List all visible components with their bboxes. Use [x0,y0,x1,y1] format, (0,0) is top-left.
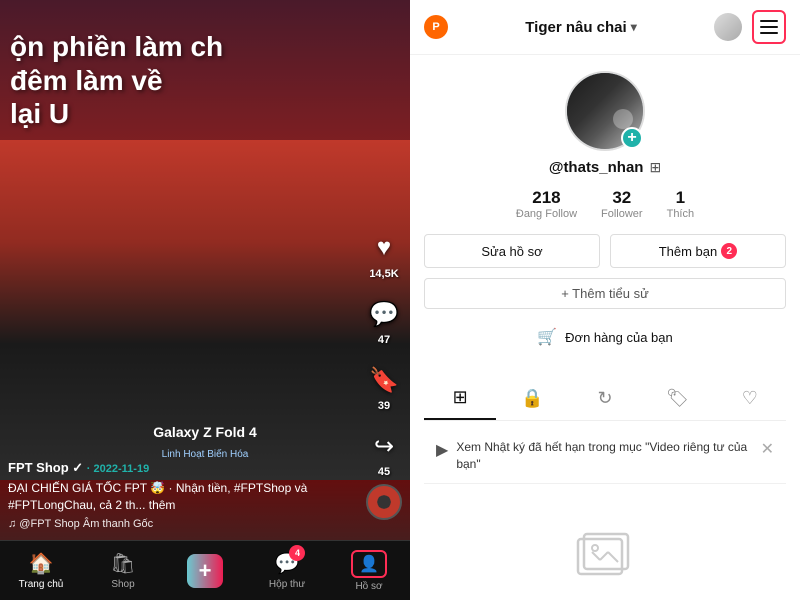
stats-row: 218 Đang Follow 32 Follower 1 Thích [516,188,694,220]
p-badge: P [424,15,448,39]
video-overlay-text: ộn phiền làm ch đêm làm về lại U [10,30,223,131]
inbox-badge: 4 [289,545,305,561]
orders-row[interactable]: 🛒 Đơn hàng của bạn [537,319,672,355]
following-label: Đang Follow [516,208,577,220]
memory-section: Chia sẻ ảnh hoài niệm Tải lên [424,484,786,600]
add-friend-button[interactable]: Thêm bạn 2 [610,234,786,268]
avatar-wrapper: + [565,71,645,151]
video-author: FPT Shop ✓ · 2022-11-19 [8,460,355,476]
like-action[interactable]: ♥ 14,5K [366,230,402,280]
comment-icon: 💬 [366,296,402,332]
followers-count: 32 [612,188,631,208]
menu-line-2 [760,26,778,28]
notification-banner: ▶ Xem Nhật ký đã hết hạn trong mục "Vide… [424,429,786,484]
galaxy-product-name: Galaxy Z Fold 4 [153,424,256,440]
tag-icon: 🏷 [666,388,689,409]
header-right-actions [714,10,786,44]
video-background: ộn phiền làm ch đêm làm về lại U #1LAPTO… [0,0,410,600]
tab-liked[interactable]: ♡ [714,377,786,420]
header-username[interactable]: Tiger nâu chai ▾ [525,19,636,36]
nav-inbox-label: Hộp thư [269,579,305,590]
avatar-section: + @thats_nhan ⊞ 218 Đang Follow 32 Follo… [424,71,786,365]
grid-icon: ⊞ [453,387,468,408]
nav-shop[interactable]: 🛍 Shop [82,551,164,590]
following-stat[interactable]: 218 Đang Follow [516,188,577,220]
shop-icon: 🛍 [110,551,135,576]
likes-label: Thích [667,208,695,220]
profile-username: @thats_nhan [549,159,644,176]
home-icon: 🏠 [29,551,54,576]
video-actions: ♥ 14,5K 💬 47 🔖 39 ↪ 45 [366,230,402,478]
video-music: ♫ @FPT Shop Âm thanh Gốc [8,518,355,530]
likes-stat[interactable]: 1 Thích [667,188,695,220]
menu-line-3 [760,32,778,34]
profile-action-buttons: Sửa hồ sơ Thêm bạn 2 [424,234,786,268]
create-icon: + [187,554,224,588]
nav-inbox[interactable]: 💬 4 Hộp thư [246,551,328,590]
bottom-navigation: 🏠 Trang chủ 🛍 Shop + 💬 4 Hộp thư 👤 Hồ sơ [0,540,410,600]
nav-home-label: Trang chủ [19,579,64,590]
nav-profile-label: Hồ sơ [355,581,382,592]
verified-badge: · 2022-11-19 [87,463,149,475]
share-icon: ↪ [366,428,402,464]
nav-home[interactable]: 🏠 Trang chủ [0,551,82,590]
comment-action[interactable]: 💬 47 [366,296,402,346]
add-bio-button[interactable]: + Thêm tiểu sử [424,278,786,309]
header-avatar [714,13,742,41]
video-description: ĐẠI CHIẾN GIÁ TỐC FPT 🤯 · Nhận tiền, #FP… [8,480,355,514]
likes-count: 1 [676,188,685,208]
username-row: @thats_nhan ⊞ [549,159,661,176]
memory-image-icon [570,524,640,594]
comment-count: 47 [378,334,390,346]
heart-outline-icon: ♡ [742,388,758,409]
play-icon: ▶ [436,440,448,460]
share-count: 45 [378,466,390,478]
nav-shop-label: Shop [111,579,134,590]
tab-private[interactable]: 🔒 [496,377,568,420]
chevron-down-icon: ▾ [631,20,637,34]
like-count: 14,5K [369,268,398,280]
cart-icon: 🛒 [537,327,557,347]
share-action[interactable]: ↪ 45 [366,428,402,478]
profile-body: + @thats_nhan ⊞ 218 Đang Follow 32 Follo… [410,55,800,600]
profile-panel: P Tiger nâu chai ▾ + @thats_ [410,0,800,600]
tab-videos[interactable]: ⊞ [424,377,496,420]
lock-icon: 🔒 [521,388,543,409]
edit-profile-button[interactable]: Sửa hồ sơ [424,234,600,268]
bookmark-icon: 🔖 [366,362,402,398]
bookmark-count: 39 [378,400,390,412]
profile-tabs: ⊞ 🔒 ↻ 🏷 ♡ [424,377,786,421]
repost-icon: ↻ [597,388,612,409]
profile-icon: 👤 [359,554,379,574]
close-notification-button[interactable]: ✕ [761,439,774,459]
tab-tagged[interactable]: 🏷 [641,377,713,420]
notification-text: Xem Nhật ký đã hết hạn trong mục "Video … [456,439,748,473]
nav-create[interactable]: + [164,554,246,588]
video-feed-panel: ộn phiền làm ch đêm làm về lại U #1LAPTO… [0,0,410,600]
bookmark-action[interactable]: 🔖 39 [366,362,402,412]
orders-text: Đơn hàng của bạn [565,330,673,345]
following-count: 218 [532,188,560,208]
menu-line-1 [760,20,778,22]
friend-request-badge: 2 [721,243,737,259]
qr-icon[interactable]: ⊞ [649,159,661,176]
music-record-icon [366,484,402,520]
video-info: FPT Shop ✓ · 2022-11-19 ĐẠI CHIẾN GIÁ TỐ… [8,460,355,530]
nav-profile[interactable]: 👤 Hồ sơ [328,550,410,592]
profile-header: P Tiger nâu chai ▾ [410,0,800,55]
profile-nav-wrapper: 👤 [351,550,387,578]
galaxy-product-sub: Linh Hoạt Biến Hóa [162,449,249,460]
followers-label: Follower [601,208,643,220]
followers-stat[interactable]: 32 Follower [601,188,643,220]
menu-button[interactable] [752,10,786,44]
avatar-plus-badge[interactable]: + [621,127,643,149]
tab-repost[interactable]: ↻ [569,377,641,420]
heart-icon: ♥ [366,230,402,266]
